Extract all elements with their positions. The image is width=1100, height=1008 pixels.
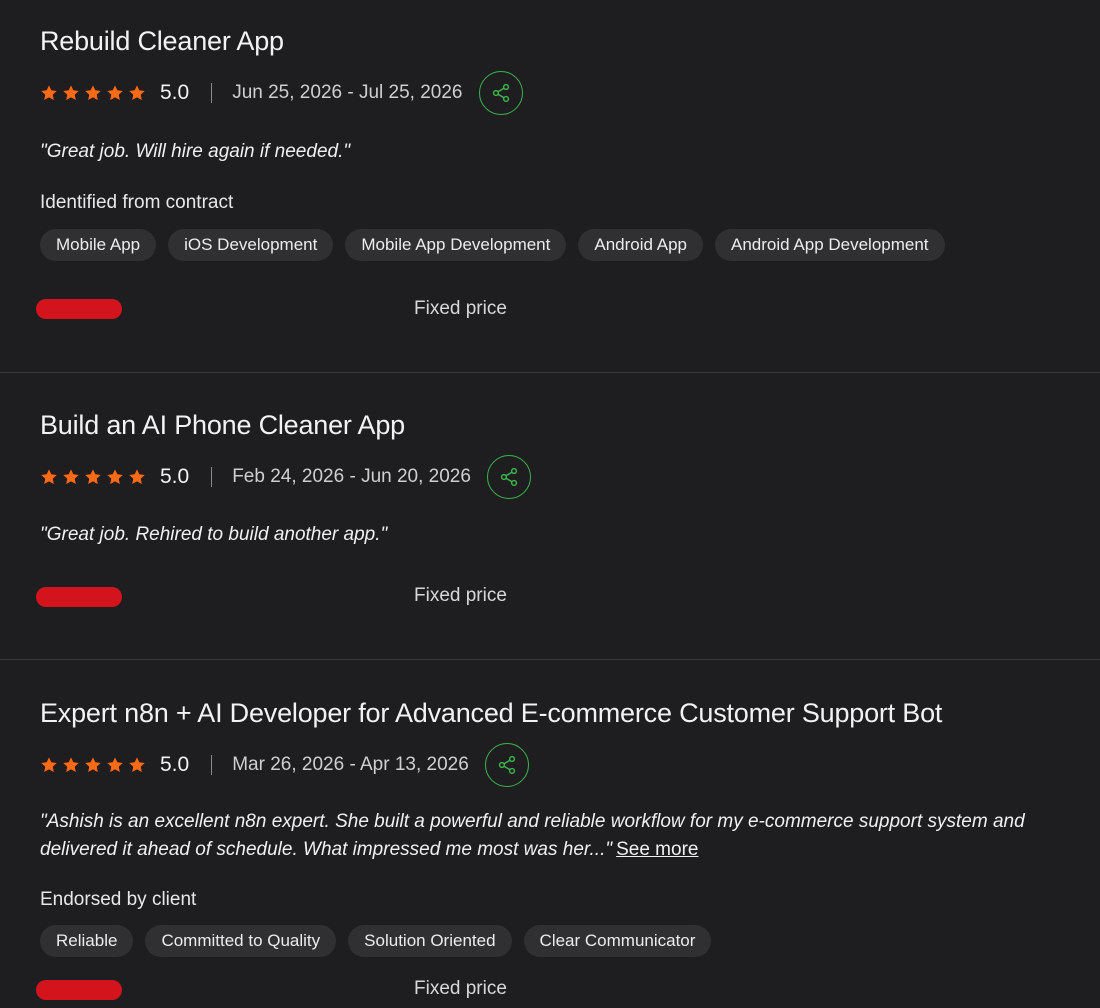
star-icon: [62, 84, 80, 102]
star-icon: [40, 468, 58, 486]
star-icon: [62, 468, 80, 486]
job-card: Expert n8n + AI Developer for Advanced E…: [0, 660, 1100, 1008]
tags-label: Identified from contract: [40, 192, 234, 213]
rating-value: 5.0: [160, 465, 190, 488]
job-meta: 5.0 Feb 24, 2026 - Jun 20, 2026: [40, 455, 531, 499]
endorsement-tags: Reliable Committed to Quality Solution O…: [40, 925, 712, 957]
skill-tags: Mobile App iOS Development Mobile App De…: [40, 229, 945, 261]
skill-tag[interactable]: Android App Development: [715, 229, 945, 261]
endorsement-tag: Reliable: [40, 925, 134, 957]
client-review: "Great job. Rehired to build another app…: [40, 524, 388, 545]
client-review: "Great job. Will hire again if needed.": [40, 141, 351, 162]
divider: [211, 755, 213, 775]
work-history-feed: Rebuild Cleaner App 5.0 Jun 25, 2026 - J…: [0, 0, 1100, 1008]
share-button[interactable]: [478, 71, 523, 115]
skill-tag[interactable]: Mobile App Development: [345, 229, 567, 261]
endorsement-tag: Clear Communicator: [523, 925, 712, 957]
star-icon: [128, 84, 146, 102]
job-card: Build an AI Phone Cleaner App 5.0 Feb 24…: [0, 373, 1100, 660]
endorsement-tag: Solution Oriented: [348, 925, 512, 957]
star-icon: [84, 756, 102, 774]
contract-type: Fixed price: [414, 978, 507, 999]
star-icon: [128, 468, 146, 486]
job-card: Rebuild Cleaner App 5.0 Jun 25, 2026 - J…: [0, 0, 1100, 373]
job-meta: 5.0 Mar 26, 2026 - Apr 13, 2026: [40, 743, 529, 787]
endorsement-tag: Committed to Quality: [145, 925, 337, 957]
share-button[interactable]: [484, 743, 529, 787]
contract-type: Fixed price: [414, 585, 507, 606]
share-icon: [496, 754, 518, 776]
rating-value: 5.0: [160, 81, 190, 104]
skill-tag[interactable]: iOS Development: [168, 229, 334, 261]
contract-dates: Feb 24, 2026 - Jun 20, 2026: [232, 466, 471, 487]
star-icon: [84, 84, 102, 102]
star-rating: [40, 468, 146, 486]
star-icon: [106, 756, 124, 774]
star-icon: [106, 84, 124, 102]
star-icon: [84, 468, 102, 486]
contract-type: Fixed price: [414, 298, 507, 319]
redacted-earnings: [36, 587, 122, 607]
contract-dates: Mar 26, 2026 - Apr 13, 2026: [232, 754, 469, 775]
skill-tag[interactable]: Android App: [578, 229, 704, 261]
star-rating: [40, 756, 146, 774]
client-review: "Ashish is an excellent n8n expert. She …: [40, 808, 1086, 864]
job-title[interactable]: Rebuild Cleaner App: [40, 26, 284, 57]
skill-tag[interactable]: Mobile App: [40, 229, 157, 261]
redacted-earnings: [36, 980, 122, 1000]
star-icon: [128, 756, 146, 774]
star-icon: [40, 84, 58, 102]
job-title[interactable]: Expert n8n + AI Developer for Advanced E…: [40, 698, 942, 729]
star-icon: [62, 756, 80, 774]
share-icon: [490, 82, 512, 104]
rating-value: 5.0: [160, 753, 190, 776]
review-text: "Ashish is an excellent n8n expert. She …: [40, 811, 1025, 860]
job-title[interactable]: Build an AI Phone Cleaner App: [40, 410, 405, 441]
redacted-earnings: [36, 299, 122, 319]
star-rating: [40, 84, 146, 102]
job-meta: 5.0 Jun 25, 2026 - Jul 25, 2026: [40, 71, 523, 115]
divider: [211, 83, 213, 103]
star-icon: [106, 468, 124, 486]
contract-dates: Jun 25, 2026 - Jul 25, 2026: [232, 82, 463, 103]
star-icon: [40, 756, 58, 774]
divider: [211, 467, 213, 487]
share-button[interactable]: [486, 455, 531, 499]
see-more-link[interactable]: See more: [616, 839, 698, 860]
share-icon: [498, 466, 520, 488]
tags-label: Endorsed by client: [40, 889, 197, 910]
